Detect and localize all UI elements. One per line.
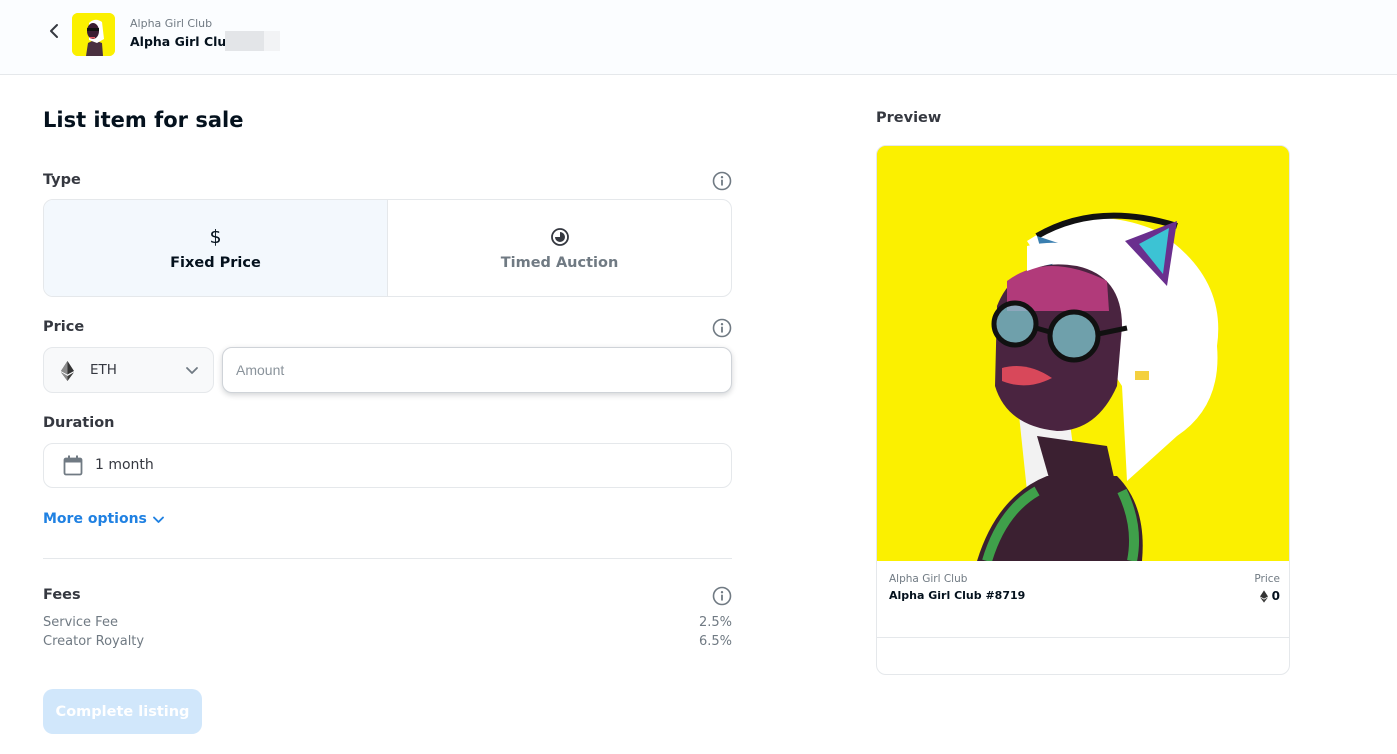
listing-type-selector: $ Fixed Price Timed Auction bbox=[43, 199, 732, 297]
collection-name[interactable]: Alpha Girl Club bbox=[130, 34, 235, 49]
ethereum-icon bbox=[61, 361, 74, 381]
calendar-icon bbox=[63, 455, 83, 476]
dollar-icon: $ bbox=[209, 226, 222, 248]
redacted-text bbox=[225, 31, 280, 51]
duration-label: Duration bbox=[43, 415, 115, 431]
preview-price-value: 0 bbox=[1271, 589, 1280, 603]
timer-icon bbox=[550, 225, 570, 249]
fixed-price-label: Fixed Price bbox=[170, 255, 261, 271]
collection-thumbnail[interactable] bbox=[72, 13, 115, 56]
preview-title: Preview bbox=[876, 110, 942, 126]
divider bbox=[43, 558, 732, 559]
preview-item-name: Alpha Girl Club #8719 bbox=[889, 589, 1026, 602]
timed-auction-option[interactable]: Timed Auction bbox=[388, 200, 731, 296]
collection-label: Alpha Girl Club bbox=[130, 17, 213, 30]
fee-value: 2.5% bbox=[698, 615, 732, 630]
preview-price-label: Price bbox=[1254, 573, 1280, 585]
preview-info: Alpha Girl Club Alpha Girl Club #8719 Pr… bbox=[877, 561, 1289, 638]
preview-price: 0 bbox=[1259, 589, 1280, 603]
nft-image bbox=[877, 146, 1289, 563]
fixed-price-option[interactable]: $ Fixed Price bbox=[44, 200, 388, 296]
header-bar: Alpha Girl Club Alpha Girl Club bbox=[0, 0, 1397, 75]
timed-auction-label: Timed Auction bbox=[500, 255, 619, 271]
info-icon[interactable] bbox=[712, 586, 732, 606]
back-arrow-icon[interactable] bbox=[46, 22, 64, 40]
chevron-down-icon bbox=[152, 516, 164, 523]
currency-label: ETH bbox=[90, 362, 117, 378]
fee-name: Creator Royalty bbox=[43, 634, 145, 649]
duration-picker[interactable]: 1 month bbox=[43, 443, 732, 488]
fee-value: 6.5% bbox=[698, 634, 732, 649]
info-icon[interactable] bbox=[712, 171, 732, 191]
more-options-toggle[interactable]: More options bbox=[43, 511, 165, 527]
info-icon[interactable] bbox=[712, 318, 732, 338]
preview-collection: Alpha Girl Club bbox=[889, 573, 968, 585]
more-options-label: More options bbox=[43, 511, 147, 527]
fee-row-service: Service Fee 2.5% bbox=[43, 615, 732, 630]
fee-name: Service Fee bbox=[43, 615, 118, 630]
ethereum-icon bbox=[1259, 589, 1268, 603]
fee-row-royalty: Creator Royalty 6.5% bbox=[43, 634, 732, 649]
price-label: Price bbox=[43, 319, 85, 335]
currency-select[interactable]: ETH bbox=[43, 347, 214, 393]
amount-input[interactable] bbox=[222, 347, 732, 393]
type-label: Type bbox=[43, 172, 81, 188]
complete-listing-button[interactable]: Complete listing bbox=[43, 689, 202, 734]
page-title: List item for sale bbox=[43, 108, 244, 132]
fees-label: Fees bbox=[43, 587, 81, 603]
preview-card[interactable]: Alpha Girl Club Alpha Girl Club #8719 Pr… bbox=[876, 145, 1290, 675]
chevron-down-icon bbox=[186, 367, 198, 374]
duration-value: 1 month bbox=[95, 457, 154, 473]
